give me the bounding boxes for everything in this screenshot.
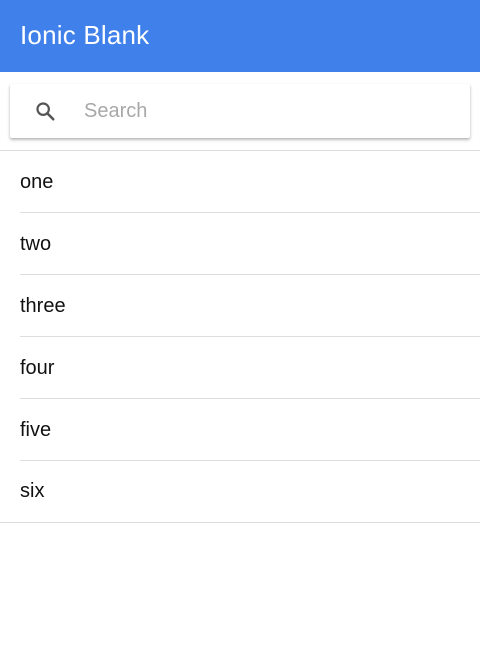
header-toolbar: Ionic Blank: [0, 0, 480, 72]
list-item[interactable]: three: [0, 275, 480, 337]
list-item-label: five: [20, 418, 52, 441]
search-icon: [33, 99, 57, 123]
list-item-label: one: [20, 170, 54, 193]
list-item-label: two: [20, 232, 52, 255]
list-item[interactable]: two: [0, 213, 480, 275]
page-title: Ionic Blank: [20, 19, 150, 50]
searchbar[interactable]: [10, 84, 470, 138]
list-item[interactable]: six: [0, 461, 480, 523]
list-item[interactable]: one: [0, 151, 480, 213]
list-item-label: three: [20, 294, 66, 317]
list-item[interactable]: four: [0, 337, 480, 399]
item-list: one two three four five six: [0, 151, 480, 523]
list-item[interactable]: five: [0, 399, 480, 461]
list-item-label: four: [20, 356, 55, 379]
app-window: Ionic Blank one two three four: [0, 0, 480, 654]
list-item-label: six: [20, 480, 45, 502]
search-input[interactable]: [84, 84, 470, 138]
